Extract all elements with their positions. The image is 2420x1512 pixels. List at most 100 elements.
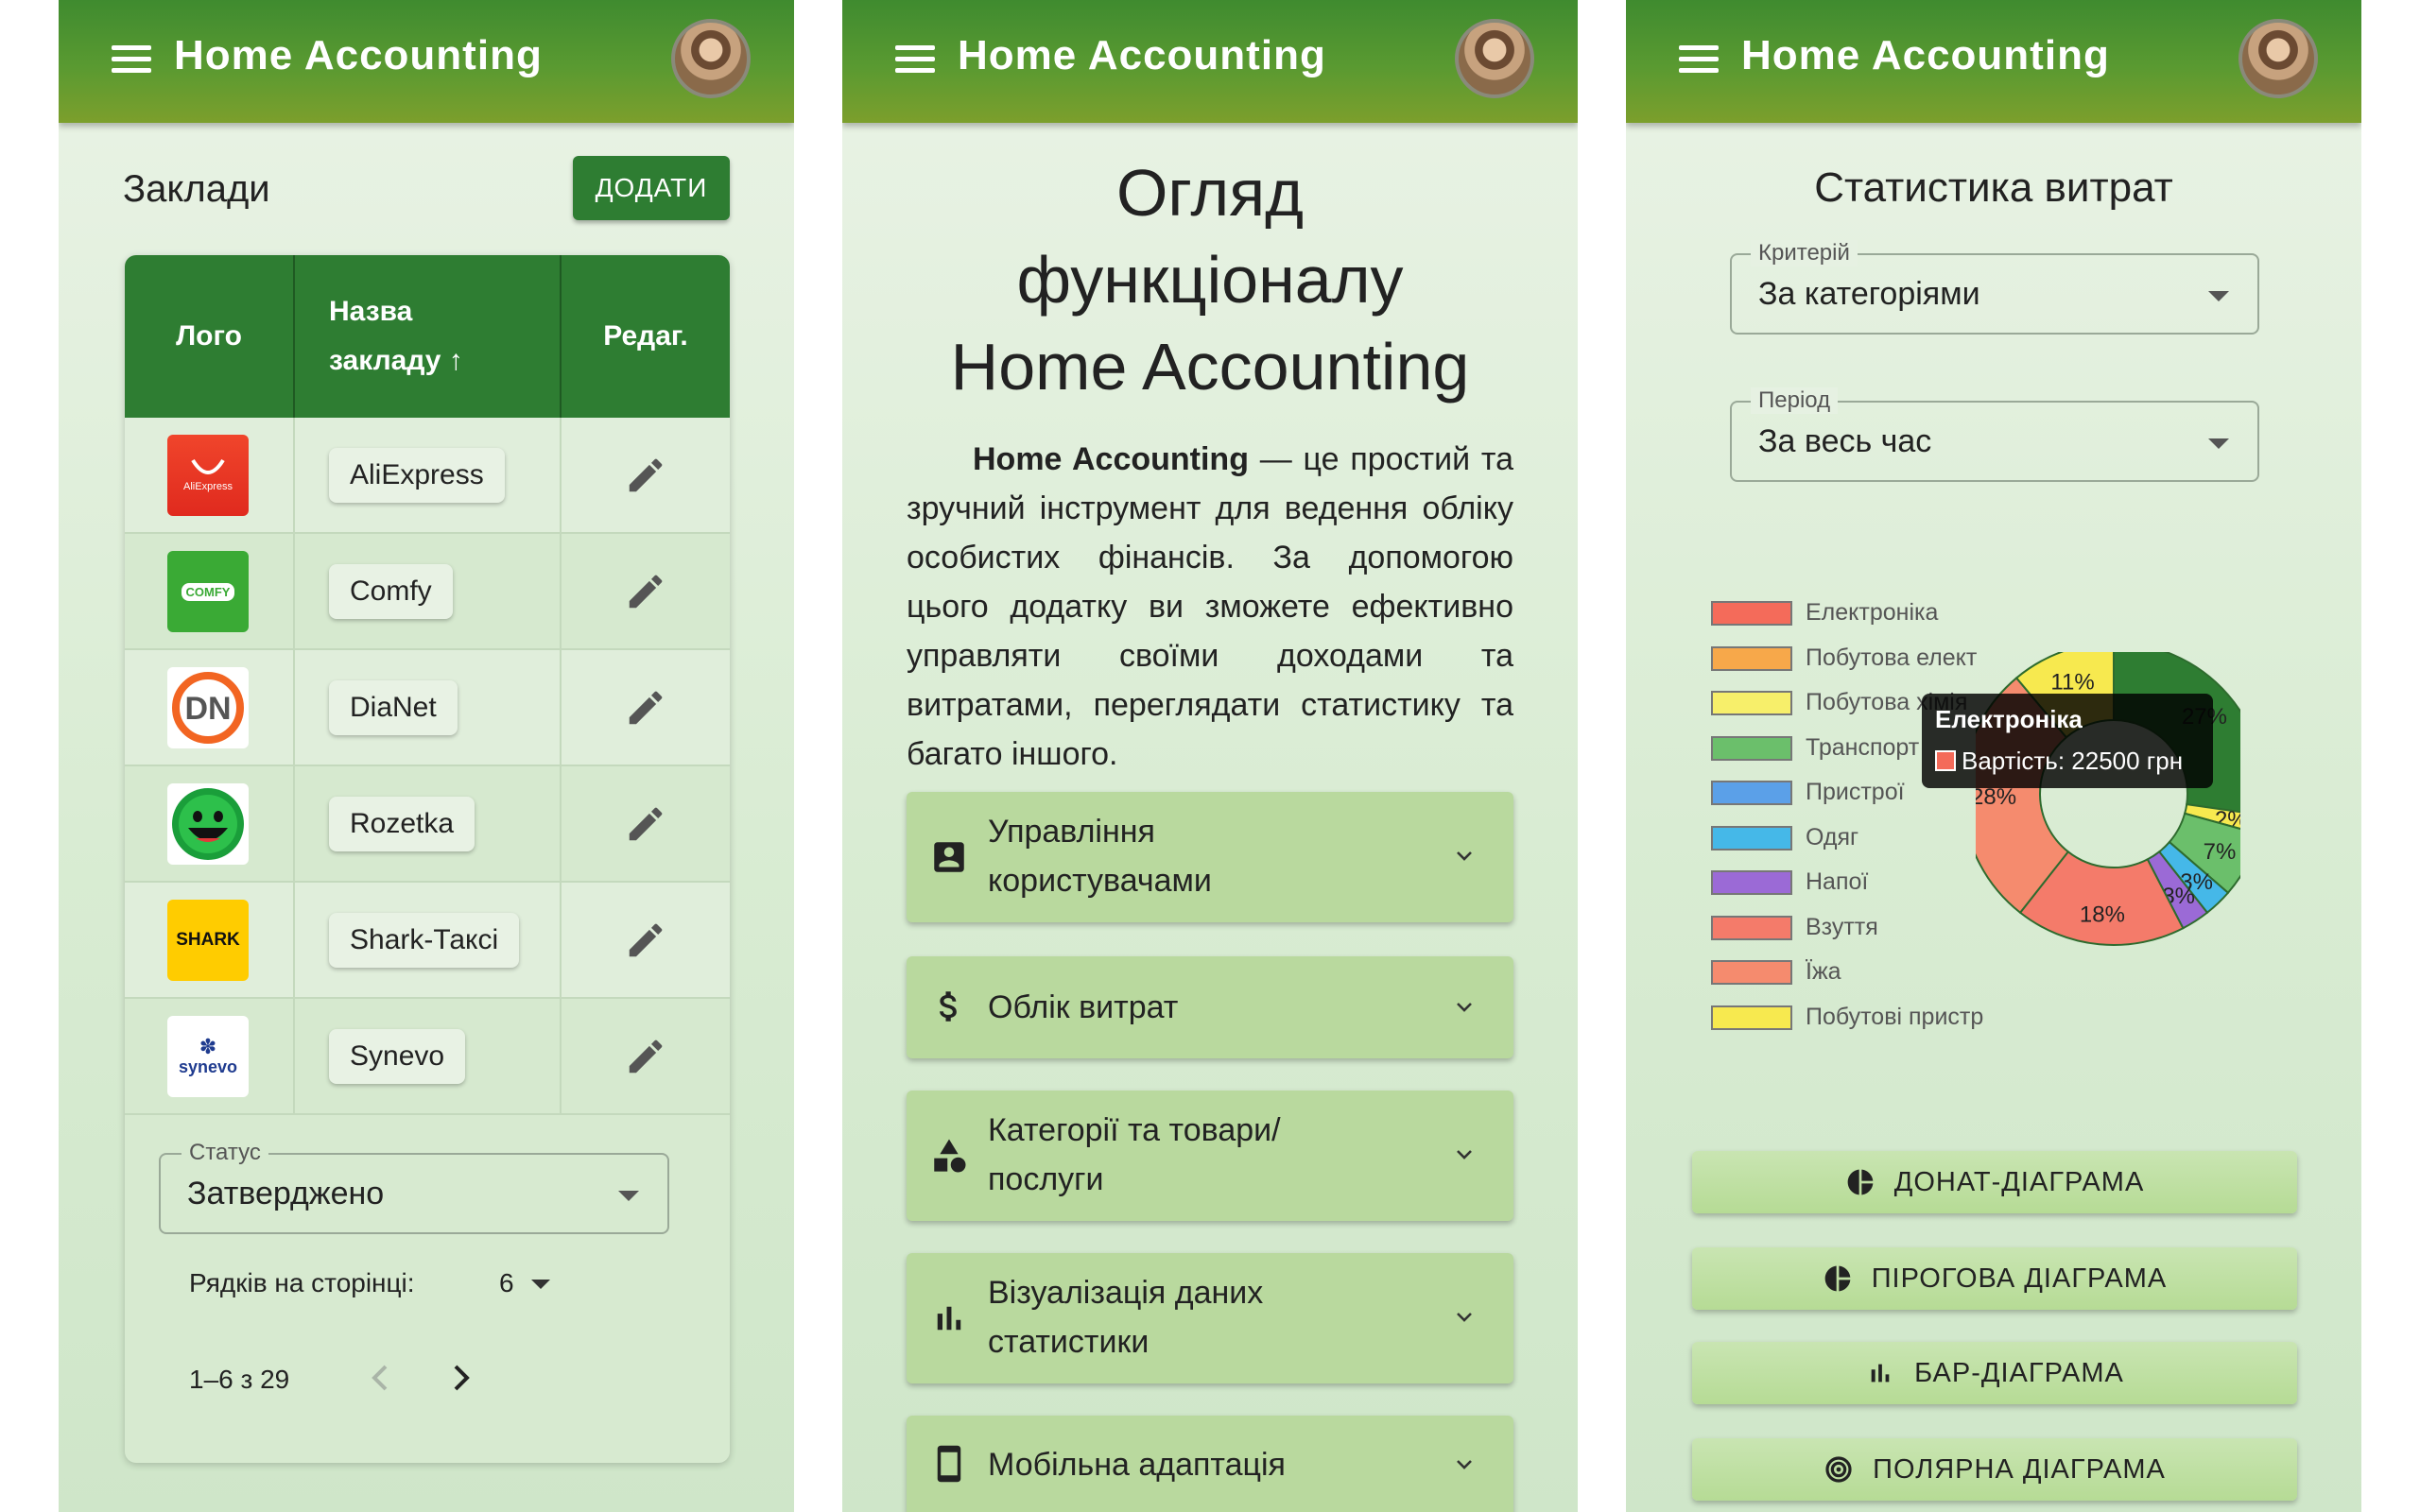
avatar[interactable]: [671, 19, 751, 98]
establishments-table: Лого Назва закладу ↑ Редаг. AliExpress Al…: [125, 255, 730, 1463]
legend-swatch: [1711, 735, 1792, 761]
intro-paragraph: Home Accounting — це простий та зручний …: [907, 441, 1513, 772]
establishment-name: Shark-Таксі: [329, 913, 520, 968]
period-value: За весь час: [1758, 423, 1932, 459]
bar-chart-icon: [1871, 1364, 1890, 1383]
app-bar: Home Accounting: [842, 0, 1578, 123]
menu-icon[interactable]: [1679, 45, 1719, 74]
edit-icon[interactable]: [624, 919, 667, 962]
polar-chart-button[interactable]: ПОЛЯРНА ДІАГРАМА: [1692, 1438, 2297, 1501]
period-label: Період: [1751, 387, 1839, 414]
column-header-logo: Лого: [125, 255, 295, 418]
tooltip-color-swatch: [1935, 750, 1956, 771]
chevron-down-icon: [1457, 1313, 1472, 1322]
chevron-down-icon: [1457, 1150, 1472, 1160]
app-title: Home Accounting: [958, 32, 1326, 78]
edit-icon[interactable]: [624, 802, 667, 846]
edit-icon[interactable]: [624, 454, 667, 497]
account-box-icon: [934, 842, 964, 872]
period-select[interactable]: Період За весь час: [1730, 387, 2259, 482]
phone-screen-statistics: Home Accounting Статистика витрат Критер…: [1626, 0, 2361, 1512]
legend-label: Електроніка: [1806, 599, 1939, 626]
accordion-mobile-adaptation[interactable]: Мобільна адаптація: [907, 1416, 1513, 1512]
chart-tooltip: Електроніка Вартість: 22500 грн: [1922, 694, 2213, 788]
accordion-categories[interactable]: Категорії та товари/послуги: [907, 1091, 1513, 1221]
page-title: Статистика витрат: [1814, 164, 2173, 211]
legend-swatch: [1711, 960, 1792, 985]
legend-swatch: [1711, 870, 1792, 895]
svg-text:DN: DN: [184, 691, 231, 727]
establishment-name: DiaNet: [329, 680, 458, 735]
criterion-value: За категоріями: [1758, 276, 1980, 312]
table-row: SHARK Shark-Таксі: [125, 883, 730, 999]
table-row: COMFY Comfy: [125, 534, 730, 650]
dropdown-arrow-icon: [618, 1191, 639, 1201]
column-header-name-line2: закладу ↑: [329, 345, 463, 376]
shark-logo-icon: SHARK: [167, 900, 249, 981]
legend-label: Побутова елект: [1806, 644, 1978, 671]
edit-icon[interactable]: [624, 570, 667, 613]
status-value: Затверджено: [187, 1176, 385, 1211]
pie-chart-icon: [1824, 1265, 1851, 1292]
next-page-icon[interactable]: [446, 1359, 475, 1397]
column-header-edit: Редаг.: [603, 320, 688, 352]
legend-swatch: [1711, 781, 1792, 805]
pie-chart-icon: [1847, 1169, 1874, 1195]
legend-swatch: [1711, 1005, 1792, 1030]
pie-chart-button[interactable]: ПІРОГОВА ДІАГРАМА: [1692, 1247, 2297, 1310]
pagination-info: 1–6 з 29: [189, 1365, 290, 1394]
slice-label: 18%: [2080, 902, 2125, 927]
legend-label: Взуття: [1806, 913, 1878, 940]
category-icon: [934, 1139, 966, 1173]
chevron-down-icon: [1457, 1003, 1472, 1012]
rows-per-page-label: Рядків на сторінці:: [189, 1268, 415, 1297]
criterion-select[interactable]: Критерій За категоріями: [1730, 240, 2259, 335]
table-row: AliExpress AliExpress: [125, 418, 730, 534]
add-button[interactable]: ДОДАТИ: [573, 156, 730, 220]
menu-icon[interactable]: [112, 45, 151, 74]
criterion-label: Критерій: [1751, 240, 1858, 266]
chevron-down-icon: [1457, 851, 1472, 861]
rozetka-logo-icon: [167, 783, 249, 865]
legend-swatch: [1711, 915, 1792, 940]
legend-label: Їжа: [1806, 958, 1841, 985]
accordion-user-management[interactable]: Управління користувачами: [907, 792, 1513, 922]
dollar-icon: [940, 991, 957, 1022]
phone-screen-establishments: Home Accounting Заклади ДОДАТИ Лого Назв…: [59, 0, 794, 1512]
column-header-name[interactable]: Назва закладу ↑: [295, 255, 562, 418]
establishment-name: Comfy: [329, 564, 453, 619]
slice-label: 7%: [2204, 839, 2237, 865]
table-row: DN DiaNet: [125, 650, 730, 766]
synevo-logo-icon: ✽ synevo: [167, 1016, 249, 1097]
column-header-name-line1: Назва: [329, 296, 413, 327]
app-bar: Home Accounting: [1626, 0, 2361, 123]
accordion-expense-tracking[interactable]: Облік витрат: [907, 956, 1513, 1058]
legend-swatch: [1711, 691, 1792, 715]
rows-per-page-select[interactable]: 6: [499, 1268, 550, 1298]
edit-icon[interactable]: [624, 1035, 667, 1078]
legend-label: Одяг: [1806, 823, 1859, 850]
menu-icon[interactable]: [895, 45, 935, 74]
bar-chart-button[interactable]: БАР-ДІАГРАМА: [1692, 1342, 2297, 1404]
establishment-name: Rozetka: [329, 797, 475, 851]
donut-chart-button[interactable]: ДОНАТ-ДІАГРАМА: [1692, 1151, 2297, 1213]
status-select[interactable]: Статус Затверджено: [159, 1140, 669, 1234]
status-label: Статус: [182, 1140, 268, 1166]
establishment-name: Synevo: [329, 1029, 466, 1084]
edit-icon[interactable]: [624, 686, 667, 730]
phone-screen-overview: Home Accounting Огляд функціоналу Home A…: [842, 0, 1578, 1512]
app-title: Home Accounting: [174, 32, 543, 78]
app-bar: Home Accounting: [59, 0, 794, 123]
previous-page-icon[interactable]: [367, 1359, 395, 1397]
legend-label: Побутові пристр: [1806, 1003, 1984, 1030]
accordion-data-visualization[interactable]: Візуалізація даних статистики: [907, 1253, 1513, 1383]
avatar[interactable]: [2238, 19, 2318, 98]
legend-swatch: [1711, 601, 1792, 626]
aliexpress-logo-icon: AliExpress: [167, 435, 249, 516]
table-row: Rozetka: [125, 766, 730, 883]
table-header: Лого Назва закладу ↑ Редаг.: [125, 255, 730, 418]
dropdown-arrow-icon: [2208, 291, 2229, 301]
table-row: ✽ synevo Synevo: [125, 999, 730, 1115]
page-title: Заклади: [123, 168, 270, 210]
avatar[interactable]: [1455, 19, 1534, 98]
